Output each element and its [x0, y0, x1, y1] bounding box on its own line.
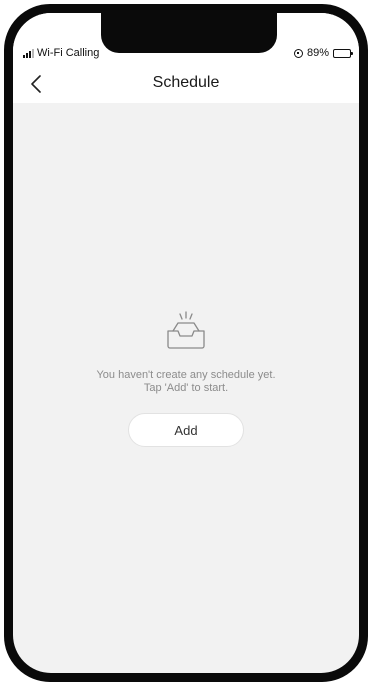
page-title: Schedule	[152, 74, 220, 91]
empty-message-line1: You haven't create any schedule yet.	[96, 369, 276, 381]
status-bar-right: 89%	[293, 47, 353, 59]
phone-frame: Wi-Fi Calling 89% Schedule You haven't c…	[4, 4, 368, 682]
battery-icon	[333, 48, 353, 58]
battery-percent: 89%	[306, 47, 329, 59]
status-bar-left: Wi-Fi Calling	[23, 47, 99, 59]
empty-tray-icon	[167, 311, 205, 349]
signal-icon	[23, 48, 34, 58]
empty-message-line2: Tap 'Add' to start.	[143, 382, 229, 394]
add-button[interactable]: Add	[128, 413, 244, 447]
carrier-label: Wi-Fi Calling	[37, 47, 100, 59]
screen: Wi-Fi Calling 89% Schedule You haven't c…	[13, 13, 359, 673]
rotation-lock-icon	[293, 48, 303, 58]
empty-state: You haven't create any schedule yet. Tap…	[13, 311, 359, 447]
device-notch	[101, 13, 277, 53]
